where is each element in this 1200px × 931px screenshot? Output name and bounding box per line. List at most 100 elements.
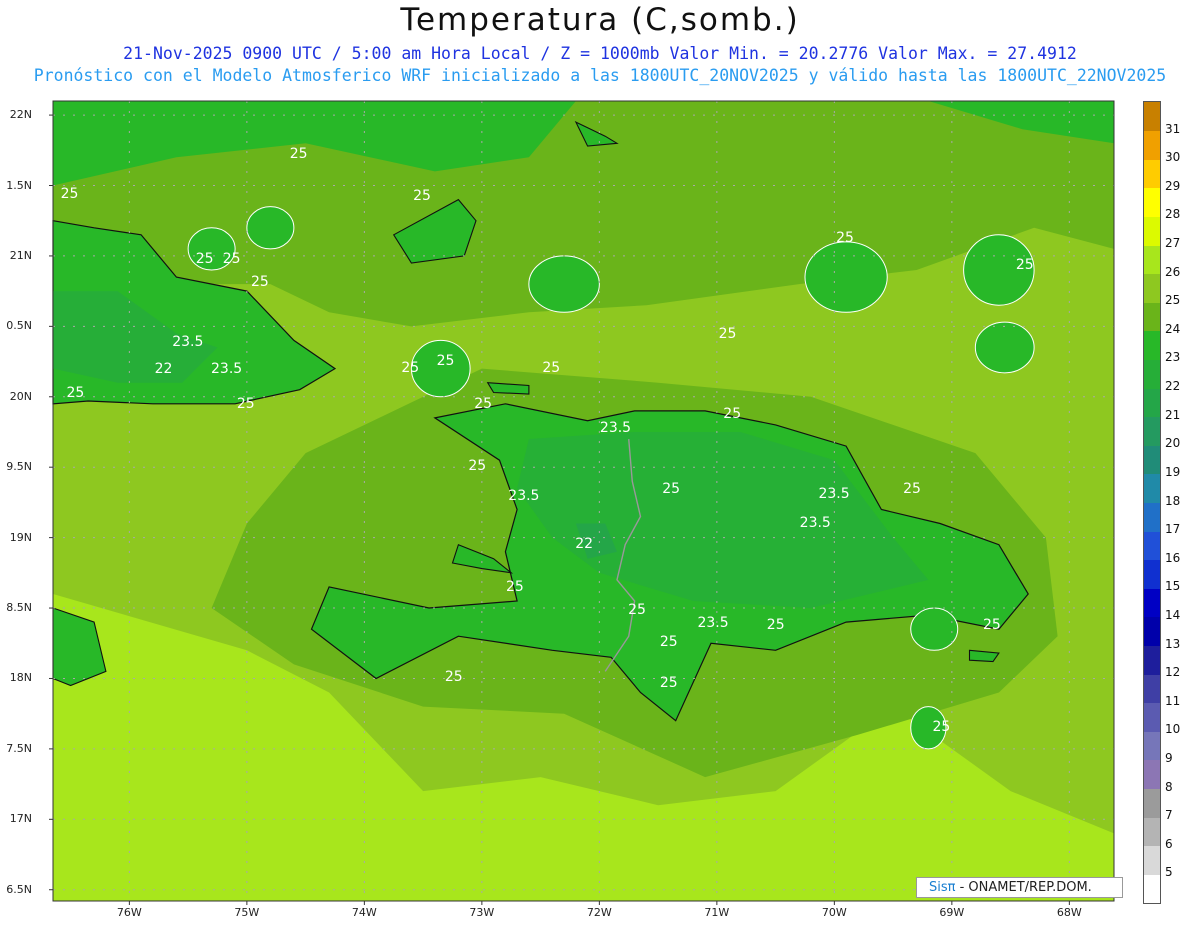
contour-label: 25 (1015, 256, 1034, 273)
ocean-24-cell-6 (910, 607, 959, 651)
colorbar-cell (1144, 817, 1160, 847)
colorbar-label: 9 (1165, 750, 1173, 765)
contour-label: 23.5 (599, 420, 632, 437)
contour-label: 25 (195, 251, 214, 268)
ocean-24-cell-8 (974, 321, 1035, 374)
contour-label: 23.5 (818, 486, 850, 503)
contour-label: 22 (154, 361, 173, 377)
colorbar-label: 18 (1165, 493, 1181, 508)
colorbar-label: 15 (1165, 579, 1181, 594)
colorbar-cell (1144, 159, 1160, 189)
ocean-24-cell-2 (528, 255, 600, 313)
colorbar-cell (1144, 245, 1160, 275)
contour-label: 22 (575, 535, 594, 552)
contour-label: 23.5 (799, 514, 831, 531)
y-tick-label: 7.5N (6, 741, 32, 755)
contour-label: 25 (444, 669, 463, 686)
colorbar (1143, 101, 1161, 904)
colorbar-label: 21 (1165, 407, 1181, 422)
contour-label: 25 (413, 187, 431, 204)
ocean-24-cell-0 (804, 241, 888, 313)
colorbar-label: 7 (1165, 808, 1173, 823)
colorbar-label: 6 (1165, 836, 1173, 851)
y-tick-label: 22N (9, 108, 32, 122)
y-tick-label: 20N (9, 389, 32, 403)
contour-label: 25 (250, 273, 269, 290)
contour-label: 25 (436, 352, 455, 369)
colorbar-cell (1144, 445, 1160, 475)
colorbar-cell (1144, 187, 1160, 217)
contour-label: 25 (723, 406, 742, 423)
colorbar-cell (1144, 502, 1160, 532)
colorbar-label: 17 (1165, 522, 1181, 537)
colorbar-cell (1144, 102, 1160, 132)
colorbar-label: 26 (1165, 264, 1181, 279)
colorbar-label: 10 (1165, 722, 1181, 737)
contour-label: 25 (932, 718, 951, 735)
colorbar-cell (1144, 216, 1160, 246)
colorbar-cell (1144, 616, 1160, 647)
contour-label: 23.5 (697, 614, 729, 631)
ocean-24-cell-5 (410, 339, 471, 398)
colorbar-label: 25 (1165, 293, 1181, 308)
colorbar-cell (1144, 416, 1160, 446)
colorbar-cell (1144, 588, 1160, 618)
colorbar-cell (1144, 330, 1160, 360)
colorbar-cell (1144, 731, 1160, 761)
colorbar-cell (1144, 531, 1160, 561)
contour-label: 25 (474, 396, 493, 413)
colorbar-cell (1144, 788, 1160, 818)
y-tick-label: 17N (9, 812, 32, 826)
contour-label: 25 (289, 145, 308, 162)
contour-label: 25 (66, 384, 85, 401)
colorbar-cell (1144, 702, 1160, 732)
colorbar-cell (1144, 759, 1160, 790)
colorbar-cell (1144, 130, 1160, 160)
colorbar-label: 13 (1165, 636, 1181, 651)
x-tick-label: 68W (1056, 906, 1082, 919)
colorbar-label: 19 (1165, 464, 1181, 479)
credit-brand: Sisπ (929, 880, 956, 895)
y-tick-label: 21N (9, 248, 32, 262)
contour-label: 25 (982, 617, 1001, 634)
colorbar-cell (1144, 559, 1160, 589)
colorbar-label: 8 (1165, 779, 1173, 794)
contour-label: 25 (628, 601, 646, 618)
x-tick-label: 72W (586, 906, 612, 919)
contour-label: 25 (662, 480, 681, 497)
contour-label: 25 (60, 186, 79, 203)
colorbar-label: 11 (1165, 693, 1181, 708)
colorbar-label: 16 (1165, 550, 1181, 565)
y-tick-label: 9.5N (6, 460, 32, 474)
colorbar-label: 20 (1165, 436, 1181, 451)
colorbar-label: 31 (1165, 121, 1181, 136)
credit-org: - ONAMET/REP.DOM. (955, 880, 1092, 895)
contour-label: 25 (659, 634, 678, 651)
contour-label: 25 (468, 458, 487, 475)
contour-label: 25 (505, 579, 524, 596)
contour-label: 25 (718, 325, 737, 342)
map-plot (0, 0, 1200, 931)
colorbar-cell (1144, 845, 1160, 875)
y-tick-label: 6.5N (6, 882, 32, 896)
colorbar-label: 23 (1165, 350, 1181, 365)
contour-label: 23.5 (508, 487, 540, 504)
colorbar-label: 22 (1165, 379, 1181, 394)
y-tick-label: 18N (9, 671, 32, 685)
x-tick-label: 70W (821, 906, 847, 919)
contour-label: 23.5 (211, 361, 243, 377)
colorbar-cell (1144, 359, 1160, 389)
colorbar-cell (1144, 388, 1160, 418)
x-tick-label: 69W (939, 906, 965, 919)
contour-label: 25 (836, 230, 854, 247)
x-tick-label: 71W (704, 906, 730, 919)
colorbar-cell (1144, 273, 1160, 303)
credit-box: Sisπ - ONAMET/REP.DOM. (916, 877, 1123, 898)
colorbar-label: 5 (1165, 865, 1173, 880)
x-tick-label: 75W (234, 906, 260, 919)
x-tick-label: 73W (469, 906, 495, 919)
contour-label: 25 (236, 396, 255, 413)
contour-label: 25 (542, 359, 561, 376)
contour-label: 25 (401, 359, 420, 376)
colorbar-label: 14 (1165, 607, 1181, 622)
